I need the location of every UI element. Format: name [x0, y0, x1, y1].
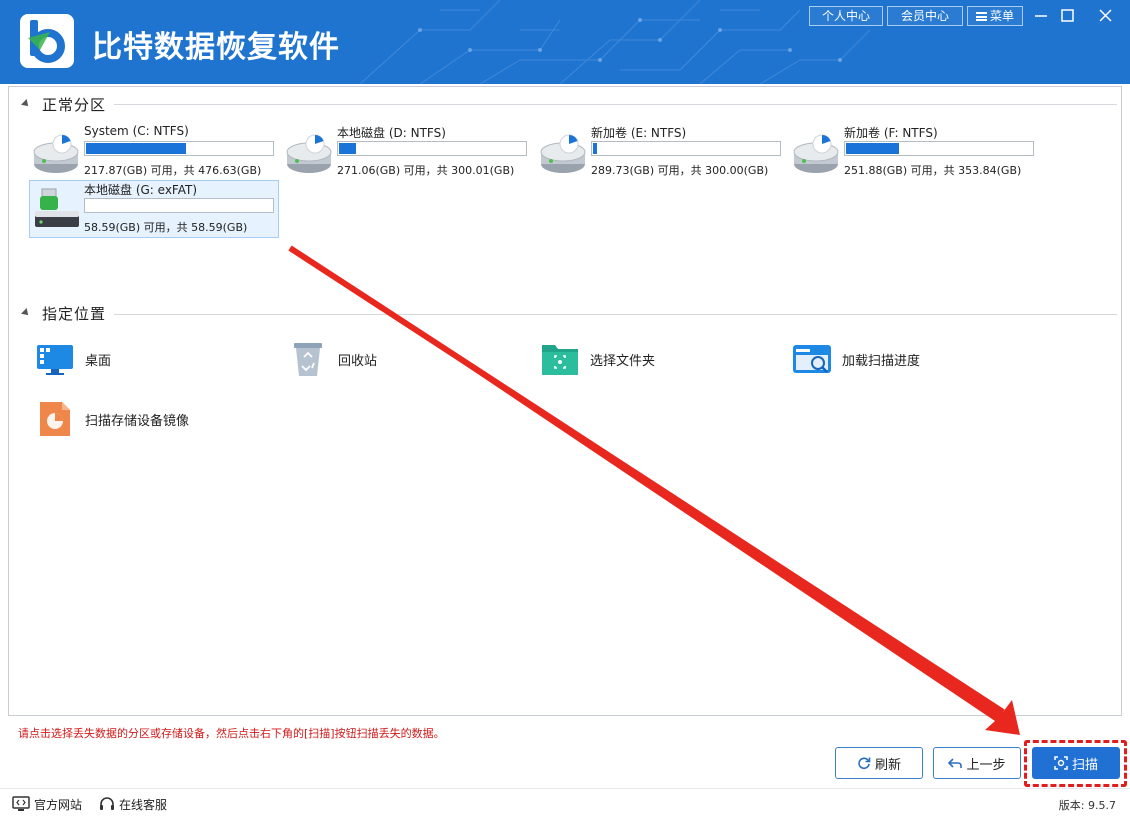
hard-drive-icon — [540, 134, 586, 173]
menu-icon — [975, 12, 987, 21]
back-label: 上一步 — [966, 757, 1006, 773]
partition-name: 新加卷 (E: NTFS) — [591, 126, 687, 140]
location-label: 回收站 — [338, 353, 378, 369]
section-divider — [114, 104, 1117, 105]
section-title: 指定位置 — [42, 304, 107, 323]
partition-c[interactable]: System (C: NTFS) 217.87(GB) 可用，共 476.63(… — [30, 124, 280, 182]
hard-drive-icon — [286, 134, 332, 173]
collapse-triangle-icon — [21, 99, 31, 109]
location-load-scan-progress[interactable]: 加载扫描进度 — [792, 339, 920, 379]
partition-d[interactable]: 本地磁盘 (D: NTFS) 271.06(GB) 可用，共 300.01(GB… — [283, 124, 533, 182]
official-site-link[interactable]: 官方网站 — [12, 795, 82, 813]
monitor-icon — [12, 796, 30, 811]
partition-info: 217.87(GB) 可用，共 476.63(GB) — [84, 164, 262, 177]
online-service-label: 在线客服 — [119, 797, 168, 812]
hard-drive-icon — [793, 134, 839, 173]
location-label: 加载扫描进度 — [842, 353, 921, 369]
member-center-button[interactable]: 会员中心 — [887, 6, 963, 26]
footer-divider — [0, 788, 1130, 789]
specific-locations-header[interactable]: 指定位置 — [21, 303, 107, 323]
location-label: 扫描存储设备镜像 — [85, 413, 190, 429]
partition-f[interactable]: 新加卷 (F: NTFS) 251.88(GB) 可用，共 353.84(GB) — [790, 124, 1040, 182]
location-recycle-bin[interactable]: 回收站 — [288, 339, 377, 379]
partition-name: 本地磁盘 (G: exFAT) — [84, 183, 198, 197]
usage-bar — [337, 141, 527, 156]
disk-image-icon — [40, 402, 70, 436]
partition-info: 289.73(GB) 可用，共 300.00(GB) — [591, 164, 769, 177]
headset-icon — [100, 797, 114, 810]
folder-icon — [542, 345, 578, 375]
partition-g[interactable]: 本地磁盘 (G: exFAT) 58.59(GB) 可用，共 58.59(GB) — [29, 180, 279, 238]
personal-center-button[interactable]: 个人中心 — [809, 6, 883, 26]
usage-fill — [86, 143, 186, 154]
usage-fill — [593, 143, 597, 154]
close-icon — [1099, 9, 1112, 22]
online-service-link[interactable]: 在线客服 — [99, 795, 167, 813]
partition-name: 本地磁盘 (D: NTFS) — [337, 126, 446, 140]
app-logo — [20, 14, 74, 68]
back-button[interactable]: 上一步 — [933, 747, 1021, 779]
location-select-folder[interactable]: 选择文件夹 — [540, 339, 655, 379]
menu-label: 菜单 — [989, 9, 1014, 23]
section-title: 正常分区 — [42, 95, 107, 114]
normal-partitions-header[interactable]: 正常分区 — [21, 94, 107, 114]
app-title: 比特数据恢复软件 — [92, 30, 340, 65]
usage-fill — [846, 143, 899, 154]
usage-bar — [84, 141, 274, 156]
load-scan-progress-icon — [793, 345, 831, 373]
usage-bar — [844, 141, 1034, 156]
title-bar: 比特数据恢复软件 个人中心 会员中心 菜单 — [0, 0, 1130, 84]
scan-button-highlight — [1024, 740, 1127, 787]
partition-name: System (C: NTFS) — [84, 124, 189, 138]
partition-info: 271.06(GB) 可用，共 300.01(GB) — [337, 164, 515, 177]
usage-fill — [339, 143, 356, 154]
refresh-button[interactable]: 刷新 — [835, 747, 923, 779]
partition-info: 251.88(GB) 可用，共 353.84(GB) — [844, 164, 1022, 177]
location-desktop[interactable]: 桌面 — [35, 339, 111, 379]
usage-bar — [84, 198, 274, 213]
partition-info: 58.59(GB) 可用，共 58.59(GB) — [84, 221, 248, 234]
minimize-icon — [1035, 15, 1047, 17]
back-arrow-icon — [948, 758, 963, 768]
hint-text: 请点击选择丢失数据的分区或存储设备，然后点击右下角的[扫描]按钮扫描丢失的数据。 — [18, 727, 445, 740]
refresh-label: 刷新 — [874, 757, 901, 773]
official-site-label: 官方网站 — [34, 797, 83, 812]
location-label: 桌面 — [85, 353, 112, 369]
usb-drive-icon — [35, 188, 79, 227]
section-divider — [114, 314, 1117, 315]
recycle-bin-icon — [294, 343, 322, 376]
partition-name: 新加卷 (F: NTFS) — [844, 126, 938, 140]
maximize-icon — [1061, 9, 1074, 22]
hard-drive-icon — [33, 134, 79, 173]
maximize-button[interactable] — [1055, 4, 1079, 28]
version-text: 版本: 9.5.7 — [1058, 799, 1116, 812]
collapse-triangle-icon — [21, 308, 31, 318]
close-button[interactable] — [1093, 4, 1117, 28]
desktop-icon — [37, 345, 73, 375]
refresh-icon — [858, 757, 871, 770]
minimize-button[interactable] — [1029, 4, 1053, 28]
partition-e[interactable]: 新加卷 (E: NTFS) 289.73(GB) 可用，共 300.00(GB) — [537, 124, 787, 182]
menu-button[interactable]: 菜单 — [967, 6, 1023, 26]
usage-bar — [591, 141, 781, 156]
location-label: 选择文件夹 — [590, 353, 656, 369]
location-disk-image[interactable]: 扫描存储设备镜像 — [35, 399, 189, 439]
